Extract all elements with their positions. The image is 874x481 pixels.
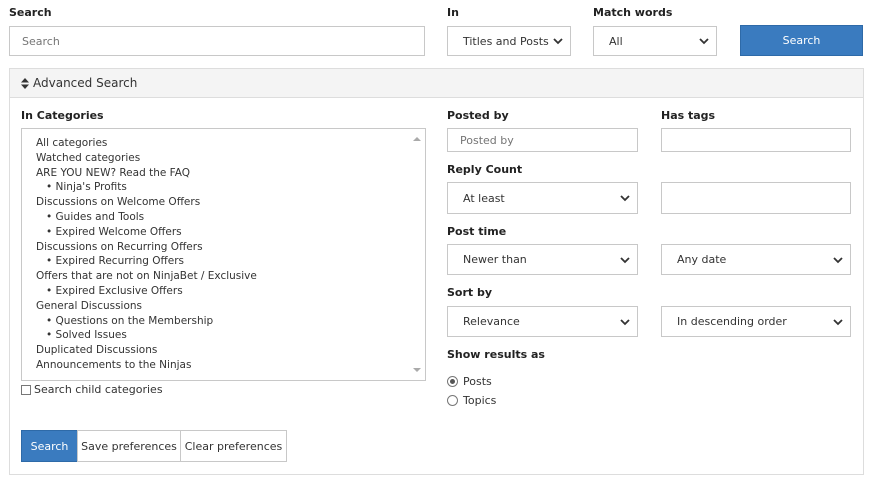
post-time-select[interactable]: Newer than: [447, 244, 638, 275]
chevron-down-icon: [833, 318, 843, 325]
category-option[interactable]: Announcements to the Ninjas: [36, 358, 257, 373]
chevron-down-icon: [620, 318, 630, 325]
advanced-search-title: Advanced Search: [33, 76, 138, 90]
search-button[interactable]: Search: [740, 25, 863, 56]
category-option[interactable]: • Expired Welcome Offers: [36, 225, 257, 240]
scroll-down-icon[interactable]: [409, 364, 425, 376]
results-option-topics-label: Topics: [463, 394, 497, 407]
match-words-value: All: [609, 34, 623, 48]
results-option-posts[interactable]: Posts: [447, 375, 492, 388]
sort-by-label: Sort by: [447, 286, 493, 299]
post-time-value: Newer than: [463, 253, 527, 266]
has-tags-label: Has tags: [661, 109, 716, 122]
search-input[interactable]: [9, 26, 425, 56]
category-option[interactable]: General Discussions: [36, 299, 257, 314]
category-option[interactable]: • Expired Recurring Offers: [36, 254, 257, 269]
sort-order-select[interactable]: In descending order: [661, 306, 851, 337]
advanced-search-toggle[interactable]: Advanced Search: [9, 68, 864, 98]
chevron-down-icon: [553, 38, 563, 45]
radio-button[interactable]: [447, 395, 458, 406]
sort-by-select[interactable]: Relevance: [447, 306, 638, 337]
category-option[interactable]: Offers that are not on NinjaBet / Exclus…: [36, 269, 257, 284]
reply-count-value: At least: [463, 191, 505, 205]
sort-order-value: In descending order: [677, 315, 787, 328]
clear-preferences-button[interactable]: Clear preferences: [180, 430, 287, 462]
category-option[interactable]: • Ninja's Profits: [36, 180, 257, 195]
scroll-up-icon[interactable]: [409, 133, 425, 145]
show-results-label: Show results as: [447, 348, 545, 361]
in-label: In: [447, 6, 459, 19]
category-option[interactable]: • Questions on the Membership: [36, 314, 257, 329]
category-option[interactable]: • Solved Issues: [36, 328, 257, 343]
results-option-topics[interactable]: Topics: [447, 394, 496, 407]
chevron-down-icon: [620, 256, 630, 263]
search-child-categories[interactable]: Search child categories: [21, 383, 163, 396]
advanced-search-button[interactable]: Search: [21, 430, 78, 462]
post-time-date-value: Any date: [677, 253, 727, 266]
results-option-posts-label: Posts: [463, 375, 492, 388]
chevron-down-icon: [699, 38, 709, 45]
match-words-label: Match words: [593, 6, 673, 19]
chevron-down-icon: [620, 195, 630, 202]
sort-by-value: Relevance: [463, 315, 520, 328]
category-option[interactable]: Watched categories: [36, 151, 257, 166]
reply-count-input[interactable]: [661, 182, 851, 214]
posted-by-input[interactable]: [447, 128, 638, 152]
category-option[interactable]: ARE YOU NEW? Read the FAQ: [36, 166, 257, 181]
in-select-value: Titles and Posts: [463, 34, 549, 48]
category-option[interactable]: Duplicated Discussions: [36, 343, 257, 358]
categories-items: All categories Watched categories ARE YOU …: [36, 136, 257, 373]
search-label: Search: [9, 6, 52, 19]
has-tags-input[interactable]: [661, 128, 851, 152]
save-preferences-button[interactable]: Save preferences: [77, 430, 181, 462]
category-option[interactable]: All categories: [36, 136, 257, 151]
reply-count-select[interactable]: At least: [447, 182, 638, 214]
chevron-down-icon: [833, 256, 843, 263]
category-option[interactable]: • Expired Exclusive Offers: [36, 284, 257, 299]
in-categories-label: In Categories: [21, 109, 104, 122]
sort-icon: [21, 77, 29, 89]
category-option[interactable]: Discussions on Recurring Offers: [36, 240, 257, 255]
in-select[interactable]: Titles and Posts: [447, 26, 571, 56]
reply-count-label: Reply Count: [447, 163, 523, 176]
radio-button[interactable]: [447, 376, 458, 387]
category-option[interactable]: • Guides and Tools: [36, 210, 257, 225]
posted-by-label: Posted by: [447, 109, 509, 122]
search-child-categories-label: Search child categories: [34, 383, 163, 396]
post-time-label: Post time: [447, 225, 507, 238]
categories-scrollbar[interactable]: [409, 129, 425, 380]
checkbox[interactable]: [21, 384, 31, 395]
post-time-date-select[interactable]: Any date: [661, 244, 851, 275]
categories-listbox[interactable]: All categories Watched categories ARE YOU …: [21, 128, 426, 381]
match-words-select[interactable]: All: [593, 26, 717, 56]
category-option[interactable]: Discussions on Welcome Offers: [36, 195, 257, 210]
